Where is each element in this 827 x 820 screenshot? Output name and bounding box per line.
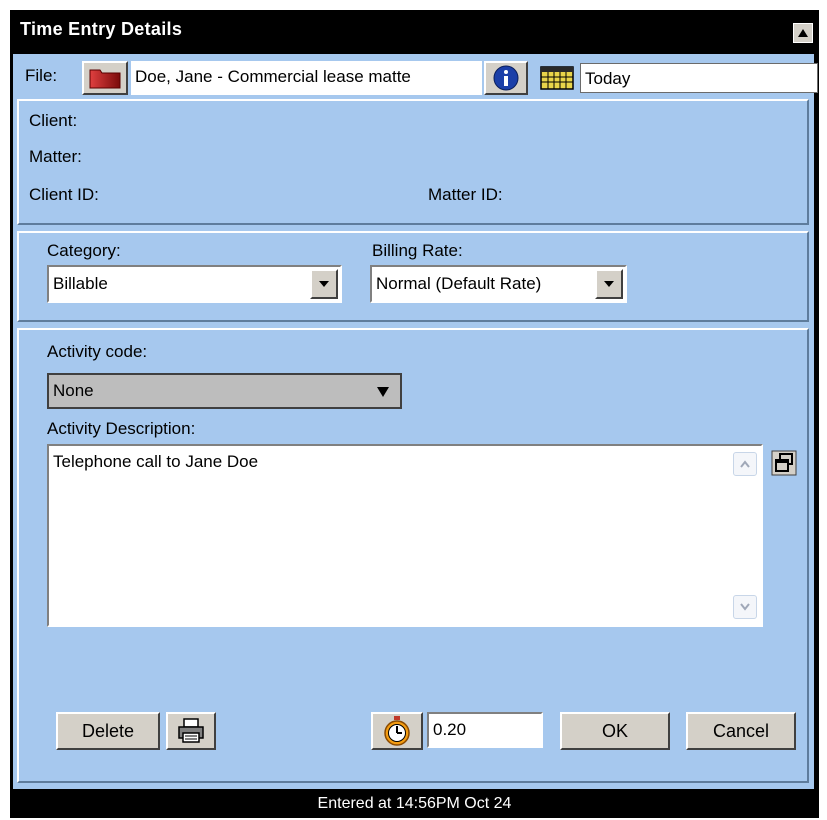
client-label: Client:: [29, 111, 78, 130]
category-label: Category:: [47, 241, 121, 260]
cancel-button[interactable]: Cancel: [686, 712, 796, 750]
cancel-button-label: Cancel: [712, 720, 770, 741]
delete-button-label: Delete: [81, 720, 135, 741]
dropdown-arrow-icon: [377, 387, 389, 397]
category-panel: Category: Billable Billing Rate: Normal …: [17, 231, 809, 322]
dropdown-arrow-icon: [319, 281, 329, 287]
activity-code-value: None: [53, 381, 94, 400]
activity-description-label: Activity Description:: [47, 419, 196, 438]
billing-rate-select[interactable]: Normal (Default Rate): [370, 265, 627, 303]
info-icon: [493, 65, 519, 91]
category-dropdown-button[interactable]: [310, 269, 338, 299]
date-field[interactable]: Today: [580, 63, 818, 93]
status-bar: Entered at 14:56PM Oct 24: [10, 789, 819, 818]
calendar-icon[interactable]: [540, 66, 574, 90]
file-label: File:: [25, 66, 58, 85]
collapse-button[interactable]: [793, 23, 813, 43]
category-value: Billable: [53, 274, 108, 293]
restore-icon[interactable]: [771, 450, 797, 476]
billing-rate-value: Normal (Default Rate): [376, 274, 542, 293]
scroll-up-button[interactable]: [733, 452, 757, 476]
client-id-label: Client ID:: [29, 185, 99, 204]
chevron-up-icon: [740, 460, 750, 468]
timer-button[interactable]: [371, 712, 423, 750]
activity-description-textarea[interactable]: Telephone call to Jane Doe: [47, 444, 763, 627]
activity-description-text: Telephone call to Jane Doe: [53, 452, 259, 471]
matter-id-label: Matter ID:: [428, 185, 503, 204]
title-bar: Time Entry Details: [10, 10, 819, 54]
info-button[interactable]: [484, 61, 528, 95]
activity-code-label: Activity code:: [47, 342, 148, 361]
printer-icon: [178, 718, 204, 743]
client-panel: Client: Matter: Client ID: Matter ID:: [17, 99, 809, 225]
billing-rate-dropdown-button[interactable]: [595, 269, 623, 299]
file-field[interactable]: Doe, Jane - Commercial lease matte: [131, 61, 482, 95]
ok-button-label: OK: [601, 720, 628, 741]
delete-button[interactable]: Delete: [56, 712, 160, 750]
window-title: Time Entry Details: [20, 19, 183, 39]
category-select[interactable]: Billable: [47, 265, 342, 303]
billing-rate-label: Billing Rate:: [372, 241, 463, 260]
dialog-content: File: Doe, Jane - Commercial lease matte: [13, 54, 818, 789]
ok-button[interactable]: OK: [560, 712, 670, 750]
matter-label: Matter:: [29, 147, 82, 166]
status-text: Entered at 14:56PM Oct 24: [317, 795, 512, 812]
folder-icon: [89, 69, 121, 89]
activity-code-select[interactable]: None: [47, 373, 402, 409]
print-button[interactable]: [166, 712, 216, 750]
scroll-down-button[interactable]: [733, 595, 757, 619]
time-field[interactable]: 0.20: [427, 712, 543, 748]
stopwatch-icon: [384, 716, 410, 746]
chevron-down-icon: [740, 603, 750, 611]
file-row: File: Doe, Jane - Commercial lease matte: [13, 54, 818, 98]
folder-button[interactable]: [82, 61, 128, 95]
activity-panel: Activity code: None Activity Description…: [17, 328, 809, 783]
collapse-arrow-icon: [798, 29, 808, 37]
dropdown-arrow-icon: [604, 281, 614, 287]
time-entry-window: Time Entry Details File: Doe, Jane - Com…: [10, 10, 819, 818]
